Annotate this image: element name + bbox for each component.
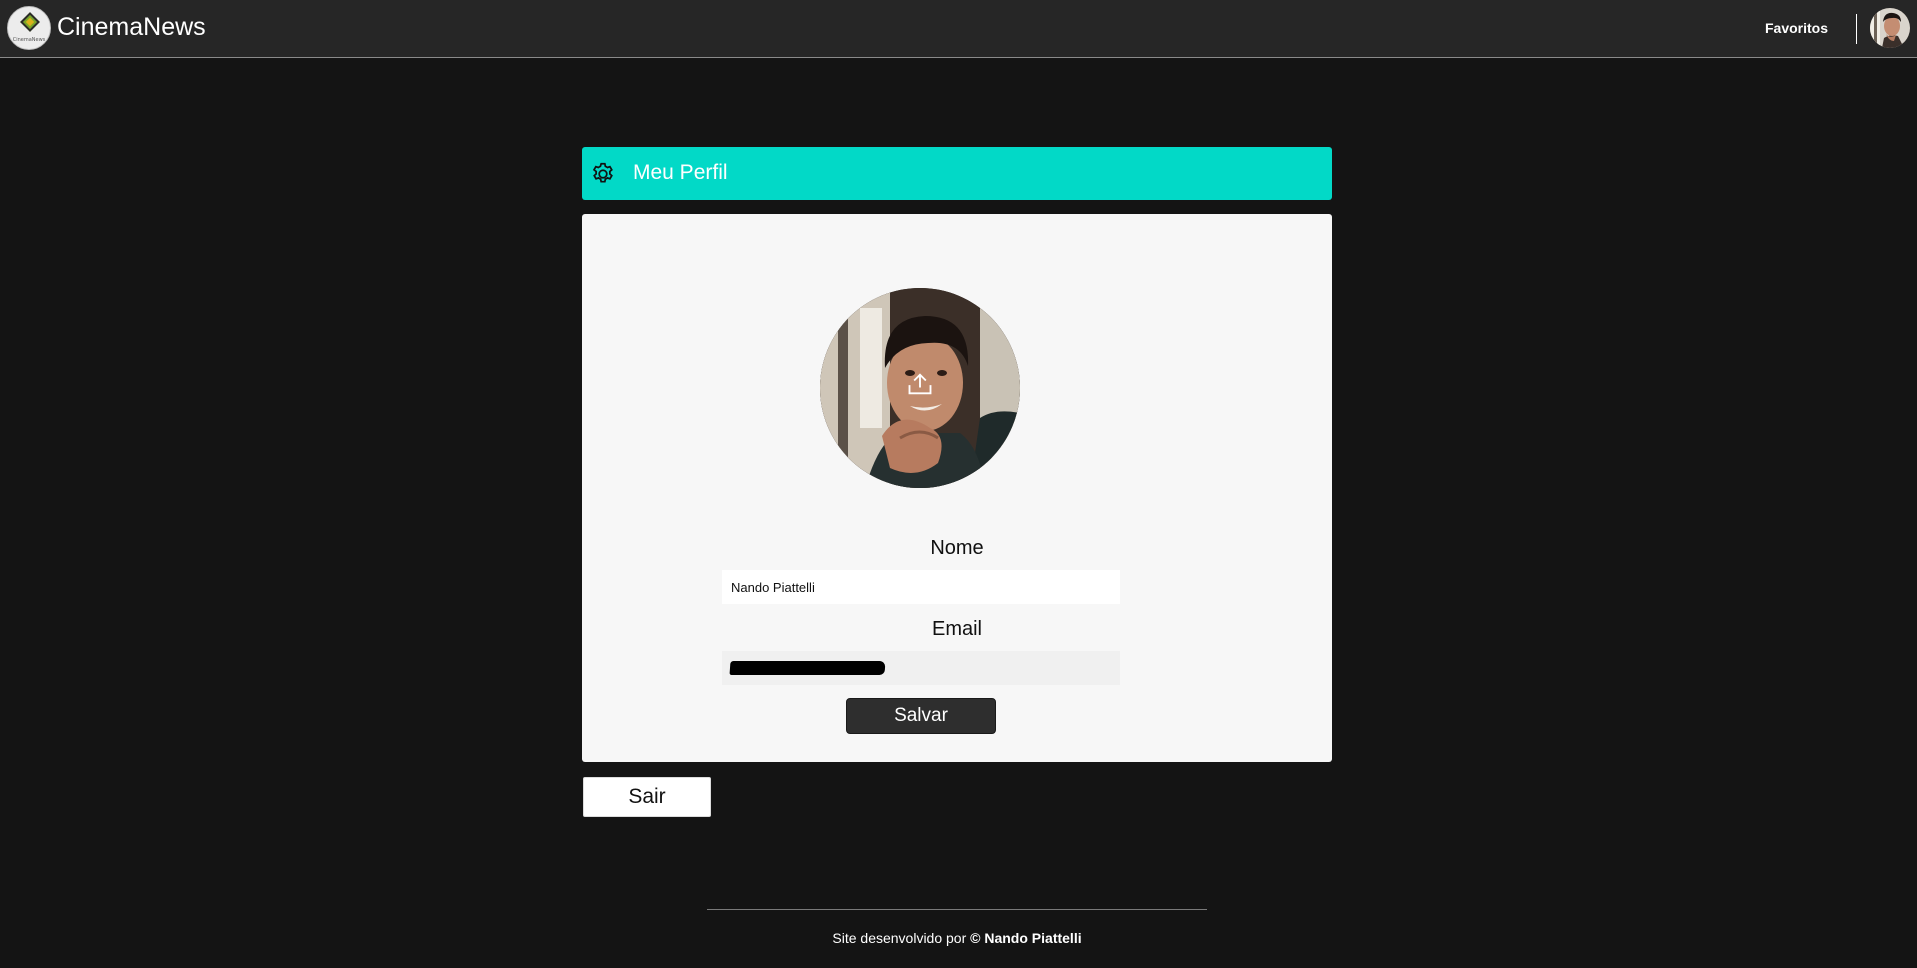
profile-photo-upload[interactable] xyxy=(820,288,1020,488)
logo-diamond-icon xyxy=(20,12,40,32)
name-input[interactable] xyxy=(722,570,1120,604)
footer-author: © Nando Piattelli xyxy=(970,930,1082,946)
cinemanews-logo[interactable]: CinemaNews xyxy=(7,6,51,50)
footer-divider xyxy=(707,909,1207,910)
email-label: Email xyxy=(931,618,982,640)
email-redaction xyxy=(729,661,886,675)
user-avatar-photo xyxy=(1870,8,1910,48)
upload-icon[interactable] xyxy=(906,370,934,398)
profile-card: Nome Email Salvar xyxy=(582,214,1332,762)
save-button[interactable]: Salvar xyxy=(846,698,996,734)
footer-prefix: Site desenvolvido por xyxy=(832,930,967,946)
profile-title: Meu Perfil xyxy=(633,161,728,184)
logout-button[interactable]: Sair xyxy=(583,777,711,817)
brand-title[interactable]: CinemaNews xyxy=(57,13,206,42)
nav-favorites-link[interactable]: Favoritos xyxy=(1765,20,1828,36)
user-avatar[interactable] xyxy=(1870,8,1910,48)
footer-credit: Site desenvolvido por © Nando Piattelli xyxy=(707,930,1207,946)
name-label: Nome xyxy=(930,537,984,559)
top-navbar: CinemaNews CinemaNews Favoritos xyxy=(0,0,1917,58)
logo-text: CinemaNews xyxy=(12,37,46,43)
gear-icon xyxy=(592,162,613,183)
profile-panel-header: Meu Perfil xyxy=(582,147,1332,200)
nav-divider xyxy=(1856,14,1857,44)
